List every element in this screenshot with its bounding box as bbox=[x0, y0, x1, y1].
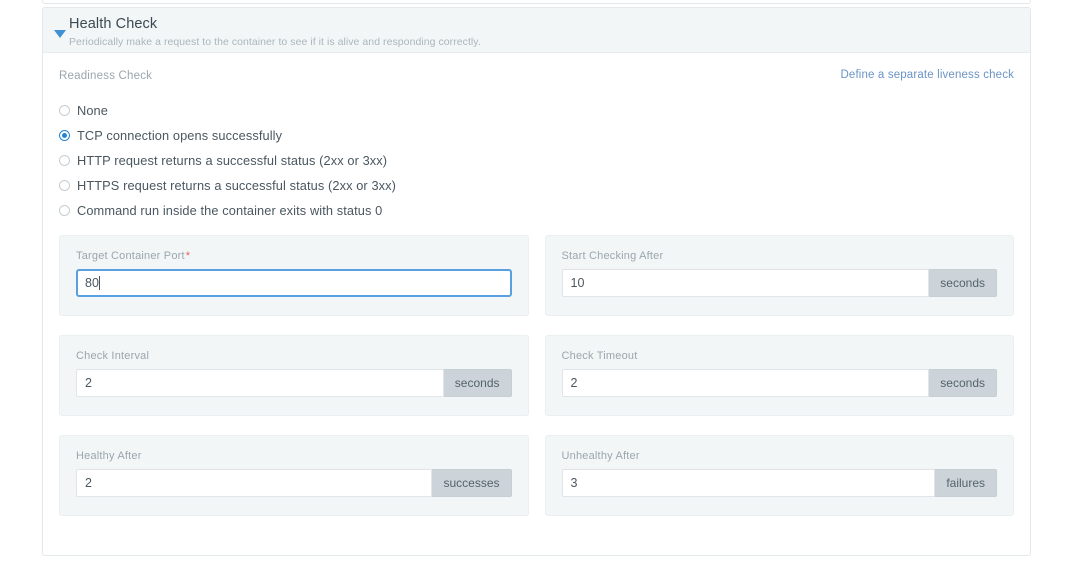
radio-selected-icon bbox=[59, 130, 70, 141]
field-panel-unhealthy-after: Unhealthy After 3 failures bbox=[544, 435, 1014, 516]
radio-icon bbox=[59, 155, 70, 166]
radio-icon bbox=[59, 205, 70, 216]
check-timeout-input-wrap: 2 seconds bbox=[561, 369, 997, 397]
field-label-text: Target Container Port bbox=[76, 250, 185, 262]
start-checking-after-input-wrap: 10 seconds bbox=[561, 269, 997, 297]
health-check-fields: Target Container Port* 80 Start Checking… bbox=[43, 235, 1030, 516]
previous-card-edge bbox=[42, 0, 1031, 4]
input-value: 2 bbox=[570, 376, 578, 390]
field-panel-check-timeout: Check Timeout 2 seconds bbox=[544, 335, 1014, 416]
unhealthy-after-input-wrap: 3 failures bbox=[561, 469, 997, 497]
field-row-3: Healthy After 2 successes Unhealthy Afte… bbox=[59, 435, 1014, 516]
radio-icon bbox=[59, 105, 70, 116]
check-timeout-unit: seconds bbox=[929, 369, 997, 397]
radio-option-tcp[interactable]: TCP connection opens successfully bbox=[59, 123, 1030, 148]
check-timeout-input[interactable]: 2 bbox=[561, 369, 930, 397]
radio-option-label: Command run inside the container exits w… bbox=[77, 203, 383, 218]
card-title: Health Check bbox=[69, 16, 158, 32]
required-marker: * bbox=[185, 250, 191, 262]
radio-option-label: TCP connection opens successfully bbox=[77, 128, 283, 143]
healthy-after-label: Healthy After bbox=[76, 450, 142, 462]
input-value: 10 bbox=[570, 276, 585, 290]
radio-option-label: HTTP request returns a successful status… bbox=[77, 153, 388, 168]
health-check-card: Health Check Periodically make a request… bbox=[42, 7, 1031, 556]
define-liveness-check-link[interactable]: Define a separate liveness check bbox=[840, 69, 1014, 81]
unhealthy-after-unit: failures bbox=[935, 469, 997, 497]
input-value: 3 bbox=[570, 476, 578, 490]
target-container-port-label: Target Container Port* bbox=[76, 250, 512, 262]
field-panel-target-container-port: Target Container Port* 80 bbox=[59, 235, 529, 316]
radio-option-http[interactable]: HTTP request returns a successful status… bbox=[59, 148, 1030, 173]
field-row-1: Target Container Port* 80 Start Checking… bbox=[59, 235, 1014, 316]
radio-icon bbox=[59, 180, 70, 191]
check-interval-input[interactable]: 2 bbox=[76, 369, 444, 397]
card-header: Health Check Periodically make a request… bbox=[43, 8, 1030, 53]
start-checking-after-input[interactable]: 10 bbox=[561, 269, 930, 297]
check-timeout-label: Check Timeout bbox=[561, 350, 638, 362]
input-value: 80 bbox=[85, 276, 99, 290]
radio-option-label: None bbox=[77, 103, 108, 118]
field-row-2: Check Interval 2 seconds Check Timeout 2… bbox=[59, 335, 1014, 416]
target-container-port-input[interactable]: 80 bbox=[76, 269, 512, 297]
radio-option-command[interactable]: Command run inside the container exits w… bbox=[59, 198, 1030, 223]
check-interval-unit: seconds bbox=[443, 369, 512, 397]
triangle-down-icon[interactable] bbox=[54, 30, 66, 38]
text-caret bbox=[98, 276, 100, 290]
target-container-port-input-wrap: 80 bbox=[76, 269, 512, 297]
probe-type-radio-group: None TCP connection opens successfully H… bbox=[43, 98, 1030, 223]
field-panel-start-checking-after: Start Checking After 10 seconds bbox=[544, 235, 1014, 316]
input-value: 2 bbox=[85, 476, 92, 490]
start-checking-after-unit: seconds bbox=[929, 269, 997, 297]
readiness-check-label: Readiness Check bbox=[59, 70, 153, 82]
unhealthy-after-input[interactable]: 3 bbox=[561, 469, 936, 497]
unhealthy-after-label: Unhealthy After bbox=[561, 450, 640, 462]
readiness-check-row: Readiness Check Define a separate livene… bbox=[43, 53, 1030, 87]
card-subtitle: Periodically make a request to the conta… bbox=[69, 36, 481, 48]
radio-option-label: HTTPS request returns a successful statu… bbox=[77, 178, 397, 193]
check-interval-label: Check Interval bbox=[76, 350, 150, 362]
check-interval-input-wrap: 2 seconds bbox=[76, 369, 512, 397]
radio-option-none[interactable]: None bbox=[59, 98, 1030, 123]
field-panel-check-interval: Check Interval 2 seconds bbox=[59, 335, 529, 416]
card-body: Readiness Check Define a separate livene… bbox=[43, 53, 1030, 516]
input-value: 2 bbox=[85, 376, 92, 390]
start-checking-after-label: Start Checking After bbox=[561, 250, 664, 262]
healthy-after-input[interactable]: 2 bbox=[76, 469, 433, 497]
healthy-after-input-wrap: 2 successes bbox=[76, 469, 512, 497]
healthy-after-unit: successes bbox=[432, 469, 512, 497]
field-panel-healthy-after: Healthy After 2 successes bbox=[59, 435, 529, 516]
radio-option-https[interactable]: HTTPS request returns a successful statu… bbox=[59, 173, 1030, 198]
